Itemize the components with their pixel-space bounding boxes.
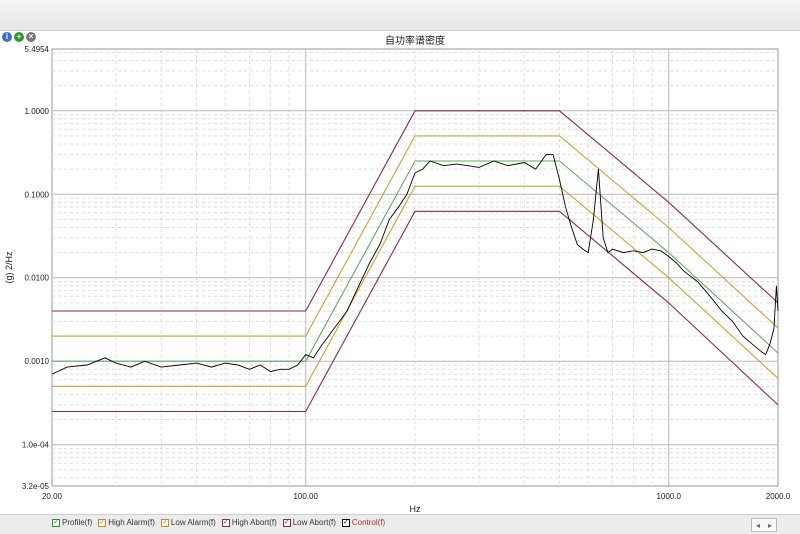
legend-scroll[interactable]: ◂ ▸ bbox=[751, 518, 777, 532]
legend-item[interactable]: ✓ Profile(f) bbox=[52, 518, 92, 527]
y-tick-label: 3.2e-05 bbox=[22, 482, 50, 491]
legend: ✓ Profile(f) ✓ High Alarm(f) ✓ Low Alarm(f) ✓ H… bbox=[52, 518, 385, 527]
legend-checkbox[interactable]: ✓ bbox=[160, 518, 169, 527]
legend-item[interactable]: ✓ Low Alarm(f) bbox=[160, 518, 216, 527]
legend-label: Control(f) bbox=[351, 518, 386, 527]
legend-checkbox[interactable]: ✓ bbox=[98, 518, 107, 527]
title-bar bbox=[0, 0, 800, 31]
legend-item[interactable]: ✓ Control(f) bbox=[341, 518, 386, 527]
y-tick-label: 0.0100 bbox=[25, 274, 50, 283]
legend-item[interactable]: ✓ Low Abort(f) bbox=[282, 518, 336, 527]
legend-label: High Abort(f) bbox=[231, 518, 277, 527]
y-tick-label: 1.0000 bbox=[25, 107, 50, 116]
legend-bar: ✓ Profile(f) ✓ High Alarm(f) ✓ Low Alarm(f) ✓ H… bbox=[0, 514, 800, 534]
x-tick-label: 2000.0 bbox=[766, 492, 791, 501]
legend-label: Low Alarm(f) bbox=[170, 518, 216, 527]
y-tick-label: 0.0010 bbox=[25, 357, 50, 366]
x-tick-label: 1000.0 bbox=[656, 492, 681, 501]
legend-item[interactable]: ✓ High Alarm(f) bbox=[98, 518, 155, 527]
x-axis-label: Hz bbox=[410, 504, 421, 514]
x-tick-label: 100.00 bbox=[293, 492, 318, 501]
x-tick-label: 20.00 bbox=[42, 492, 63, 501]
legend-label: Profile(f) bbox=[62, 518, 93, 527]
legend-checkbox[interactable]: ✓ bbox=[282, 518, 291, 527]
y-tick-label: 0.1000 bbox=[25, 190, 50, 199]
legend-label: Low Abort(f) bbox=[292, 518, 336, 527]
legend-checkbox[interactable]: ✓ bbox=[52, 518, 60, 527]
psd-chart: 自功率谱密度 5.4954 1.0000 0.1000 0.0100 0.0010 1.0e… bbox=[4, 34, 791, 514]
legend-label: High Alarm(f) bbox=[108, 518, 155, 527]
legend-checkbox[interactable]: ✓ bbox=[341, 518, 350, 527]
legend-item[interactable]: ✓ High Abort(f) bbox=[221, 518, 277, 527]
legend-checkbox[interactable]: ✓ bbox=[221, 518, 230, 527]
y-axis-label: (g) 2/Hz bbox=[4, 251, 14, 284]
scroll-left-icon[interactable]: ◂ bbox=[756, 521, 760, 530]
y-tick-label: 5.4954 bbox=[25, 45, 50, 54]
chart-title: 自功率谱密度 bbox=[385, 34, 445, 47]
y-tick-label: 1.0e-04 bbox=[22, 441, 50, 450]
scroll-right-icon[interactable]: ▸ bbox=[768, 521, 772, 530]
